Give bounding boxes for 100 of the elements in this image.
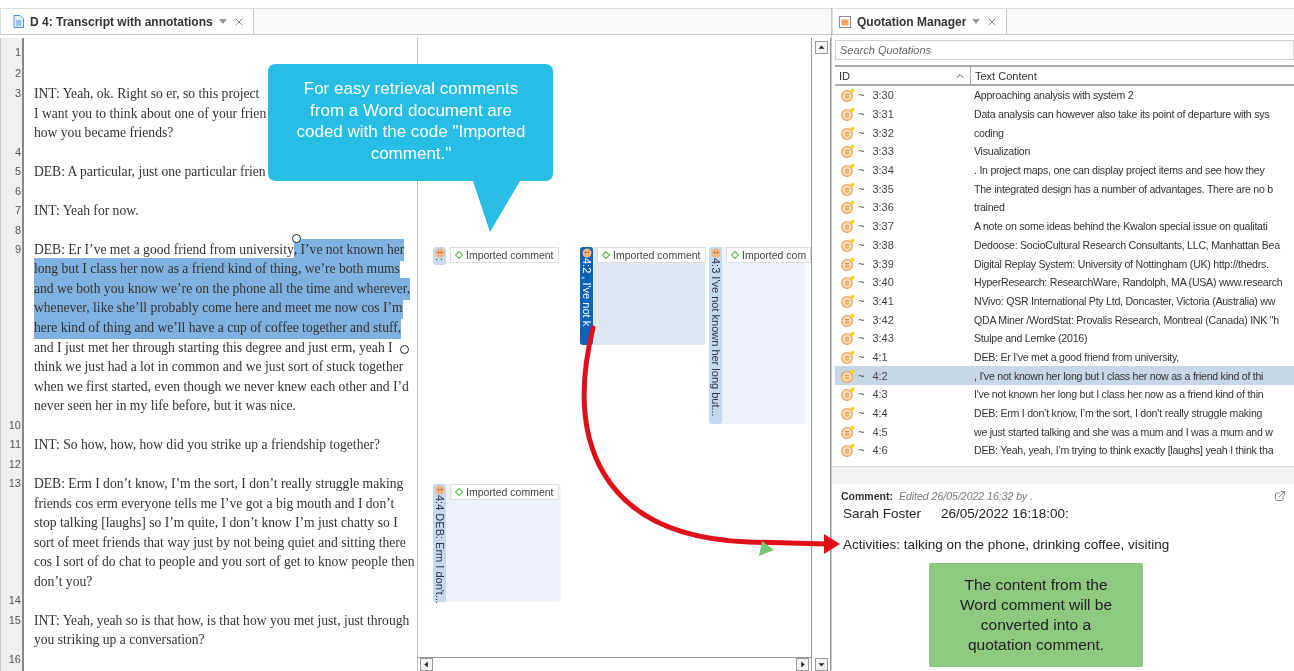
- quotation-row[interactable]: ~ 3:30 Approaching analysis with system 2: [835, 86, 1294, 105]
- highlighted-text: long but I class her now as a friend kind of thing, we’re both mums: [34, 258, 400, 281]
- quotation-id: 4:1: [872, 350, 888, 363]
- quotation-row[interactable]: ~ 3:42 QDA Miner /WordStat: Provalis Research, Montreal (Canada) INK "h: [835, 310, 1294, 329]
- external-link-icon[interactable]: [1274, 489, 1286, 502]
- quotation-icon: [841, 275, 855, 290]
- vertical-scrollbar[interactable]: [811, 38, 831, 671]
- quotation-manager-tab[interactable]: Quotation Manager: [832, 9, 1008, 34]
- text-content: Visualization: [973, 145, 1032, 158]
- comment-face-icon: [434, 485, 445, 495]
- quotation-id: 4:6: [872, 444, 888, 457]
- transcript-text: INT: Yeah, ok. Right so er, so this project: [34, 85, 260, 103]
- code-tag[interactable]: Imported com: [726, 247, 811, 263]
- quotation-id: 3:35: [872, 182, 894, 195]
- quotation-id: 3:34: [872, 164, 894, 177]
- quotation-row[interactable]: ~ 3:35 The integrated design has a number of advantages. There are no b: [835, 179, 1294, 199]
- quotation-icon: [841, 125, 855, 140]
- tilde-mark: ~: [858, 182, 865, 195]
- quotation-row[interactable]: ~ 3:33 Visualization: [835, 142, 1294, 161]
- quotation-row[interactable]: ~ 4:2 , I've not known her long but I class her now as a friend kind of thi: [835, 366, 1294, 385]
- code-tag[interactable]: Imported comment: [597, 247, 706, 263]
- quotation-icon: [841, 163, 855, 178]
- transcript-text: how you became friends?: [34, 124, 174, 142]
- search-field[interactable]: Search Quotations: [835, 40, 1294, 60]
- tilde-mark: ~: [858, 145, 865, 158]
- tilde-mark: ~: [858, 220, 865, 233]
- transcript-text: DEB: A particular, just one particular frien: [34, 163, 266, 181]
- text-content: HyperResearch: ResearchWare, Randolph, MA (USA) www.research: [973, 276, 1284, 289]
- quotation-id: 4:3: [872, 388, 888, 401]
- code-tag[interactable]: Imported comment: [450, 484, 559, 500]
- transcript-text: DEB: Erm I don’t know, I’m the sort, I don’t really struggle making: [34, 475, 404, 493]
- annotation-card[interactable]: 4:4 DEB: Erm I don't... Imported comment: [433, 484, 561, 602]
- quotation-row[interactable]: ~ 3:36 trained: [835, 198, 1294, 217]
- triangle-icon: [759, 541, 774, 556]
- tilde-mark: ~: [858, 201, 865, 214]
- quotation-row[interactable]: ~ 3:38 Dedoose: SocioCultural Research Consultants, LLC, Manhattan Bea: [835, 235, 1294, 255]
- tilde-mark: ~: [858, 369, 865, 382]
- quotation-row[interactable]: ~ 3:39 Digital Replay System: University of Nottingham (UK) http://thedrs.: [835, 254, 1294, 273]
- quotation-row[interactable]: ~ 4:5 we just started talking and she was a mum and I was a mum and w: [835, 422, 1294, 442]
- scroll-up-icon[interactable]: [814, 41, 828, 54]
- quotation-row[interactable]: ~ 4:1 DEB: Er I've met a good friend from university,: [835, 347, 1294, 367]
- text-content: DEB: Yeah, yeah, I’m trying to think exactly [laughs] yeah I think tha: [973, 444, 1275, 457]
- text-content: Data analysis can however also take its point of departure with sys: [973, 108, 1271, 121]
- quotation-row[interactable]: ~ 4:4 DEB: Erm I don’t know, I’m the sort, I don’t really struggle making: [835, 403, 1294, 423]
- selection-handle[interactable]: [292, 234, 301, 243]
- dropdown-caret-icon[interactable]: [972, 19, 981, 24]
- quotation-row[interactable]: ~ 3:40 HyperResearch: ResearchWare, Randolph, MA (USA) www.research: [835, 272, 1294, 292]
- quotation-label: 4:2 , I've not k: [580, 258, 593, 327]
- tilde-mark: ~: [858, 89, 865, 102]
- text-content: NVivo: QSR International Pty Ltd, Doncaster, Victoria (Australia) ww: [973, 294, 1277, 307]
- annotation-strip[interactable]: 4:2 , I've not k: [580, 247, 593, 345]
- annotation-card[interactable]: 4:2 , I've not k Imported comment: [580, 247, 705, 345]
- note-box: The content from the Word comment will be converted into a quotation comment.: [929, 563, 1143, 667]
- quotation-row[interactable]: ~ 3:34 . In project maps, one can display project items and see how they: [835, 160, 1294, 180]
- column-header[interactable]: Text Content: [971, 67, 1294, 84]
- quotation-row[interactable]: ~ 3:37 A note on some ideas behind the Kwalon special issue on qualitati: [835, 216, 1294, 236]
- comment-text: Activities: talking on the phone, drinking coffee, visiting: [842, 535, 1171, 552]
- column-header[interactable]: ID: [835, 67, 971, 84]
- transcript-text: never seen her in my life before, but it was nice.: [34, 397, 296, 415]
- quotation-icon: [841, 312, 855, 327]
- text-content: Approaching analysis with system 2: [973, 89, 1135, 102]
- quotation-id: 3:42: [872, 313, 894, 326]
- quotation-row[interactable]: ~ 3:41 NVivo: QSR International Pty Ltd, Doncaster, Victoria (Australia) ww: [835, 291, 1294, 311]
- tilde-mark: ~: [858, 425, 865, 438]
- selection-handle[interactable]: [400, 345, 409, 354]
- quotation-icon: [841, 256, 855, 271]
- tilde-mark: ~: [858, 126, 865, 139]
- line-number: 8: [13, 222, 22, 238]
- transcript-text: stop talking [laughs] so I’m quite, I don’t know I’m just chatty so I: [34, 514, 398, 532]
- tilde-mark: ~: [858, 108, 865, 121]
- line-number: 7: [13, 203, 22, 218]
- annotation-strip[interactable]: :: [433, 247, 446, 265]
- line-number: 9: [13, 242, 22, 257]
- scroll-right-icon[interactable]: [796, 658, 809, 671]
- transcript-text: INT: Yeah for now.: [34, 202, 139, 220]
- dropdown-caret-icon[interactable]: [218, 19, 227, 24]
- quotation-row[interactable]: ~ 4:6 DEB: Yeah, yeah, I’m trying to think exactly [laughs] yeah I think tha: [835, 441, 1294, 460]
- code-tag[interactable]: Imported comment: [450, 247, 559, 263]
- quotation-icon: [841, 443, 855, 458]
- text-content: The integrated design has a number of advantages. There are no b: [973, 182, 1274, 195]
- quotation-row[interactable]: ~ 3:31 Data analysis can however also take its point of departure with sys: [835, 104, 1294, 124]
- tilde-mark: ~: [858, 164, 865, 177]
- quotation-row[interactable]: ~ 3:32 coding: [835, 123, 1294, 143]
- document-tab[interactable]: D 4: Transcript with annotations: [0, 9, 254, 34]
- comment-face-icon: [434, 248, 445, 258]
- line-number: 12: [7, 456, 22, 472]
- annotation-card[interactable]: : Imported comment: [433, 247, 558, 265]
- horizontal-scrollbar[interactable]: [418, 657, 811, 671]
- quotation-icon: [841, 181, 855, 196]
- scroll-left-icon[interactable]: [420, 658, 433, 671]
- text-content: QDA Miner /WordStat: Provalis Research, Montreal (Canada) INK "h: [973, 313, 1280, 326]
- quotation-row[interactable]: ~ 3:43 Stulpe and Lemke (2016): [835, 328, 1294, 348]
- quotation-icon: [841, 200, 855, 215]
- line-number: 4: [13, 144, 22, 160]
- tab-title: D 4: Transcript with annotations: [30, 14, 213, 29]
- quotation-row[interactable]: ~ 4:3 I've not known her long but I class her now as a friend kind of thin: [835, 385, 1294, 404]
- line-number: 1: [13, 45, 22, 60]
- scroll-down-icon[interactable]: [814, 658, 828, 671]
- callout-text: For easy retrieval comments from a Word document are coded with the code "Imported comment.": [295, 78, 527, 164]
- quotation-icon: [841, 424, 855, 439]
